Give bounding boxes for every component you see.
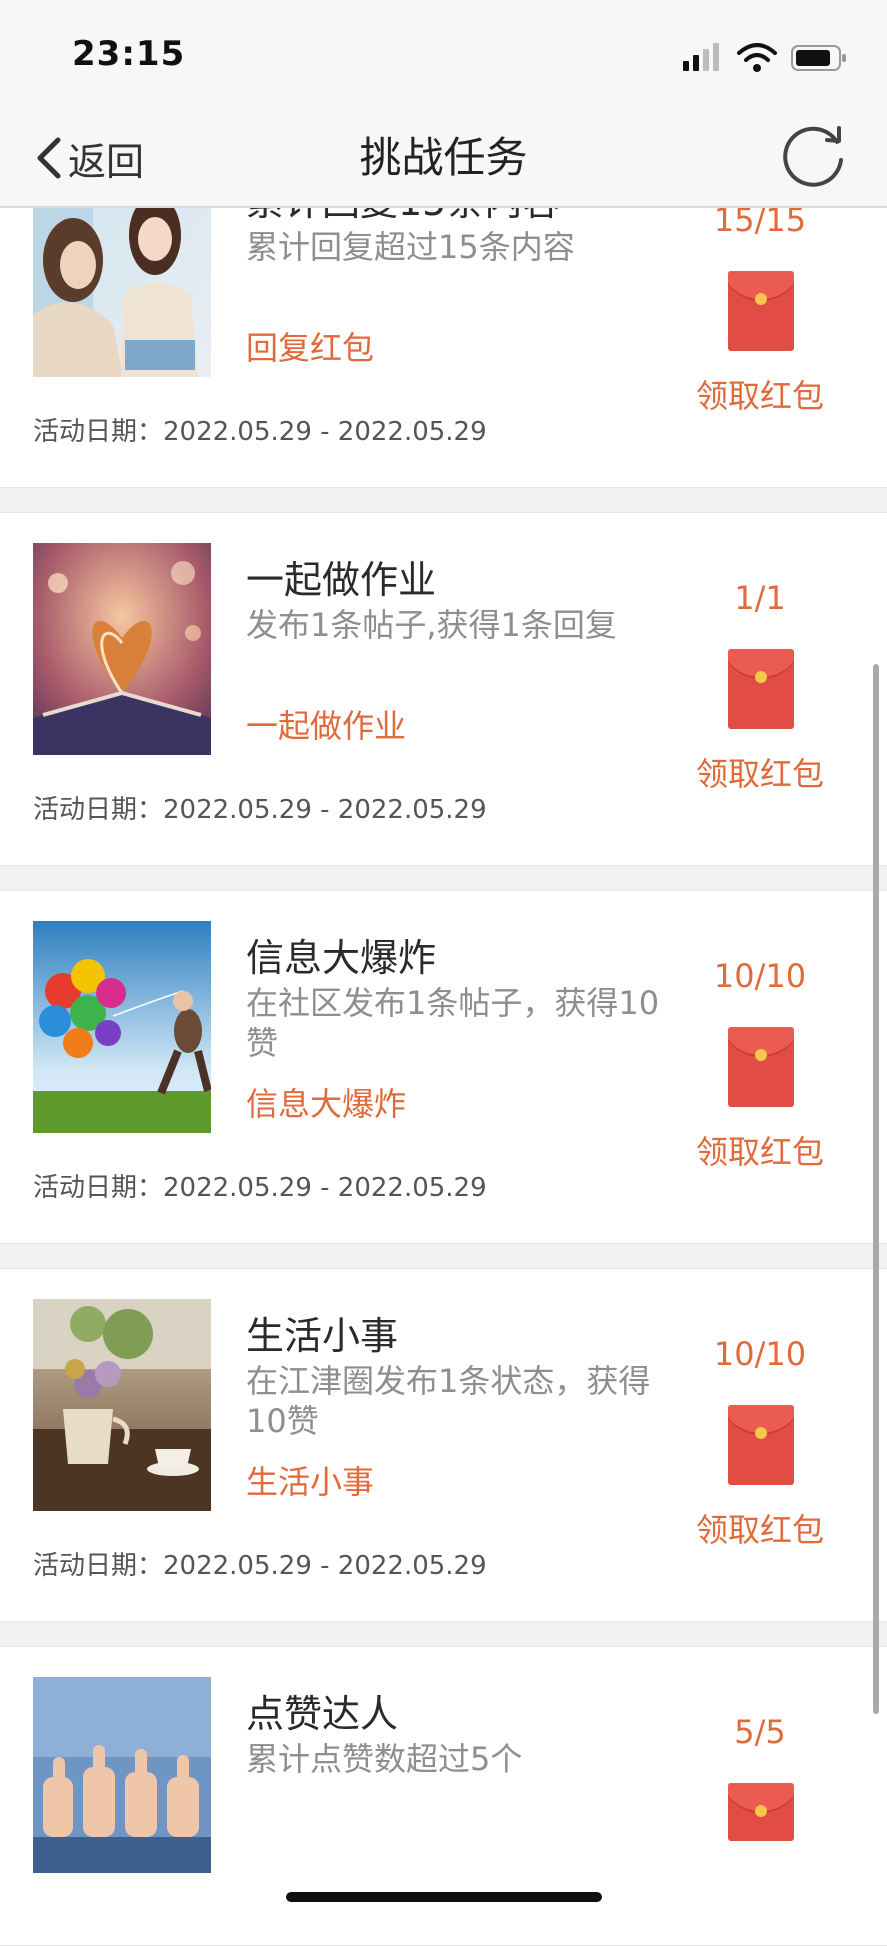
cellular-signal-icon xyxy=(683,43,719,71)
claim-red-envelope-button[interactable]: 领取红包 xyxy=(680,1127,840,1173)
status-icons xyxy=(683,40,847,76)
task-image-balloons xyxy=(33,921,211,1133)
battery-icon xyxy=(791,45,846,71)
red-envelope-icon[interactable] xyxy=(728,1027,794,1107)
task-title: 信息大爆炸 xyxy=(246,936,437,980)
task-card[interactable]: 生活小事 在江津圈发布1条状态，获得10赞 生活小事 活动日期：2022.05.… xyxy=(0,1268,887,1622)
task-title: 生活小事 xyxy=(246,1314,399,1358)
home-indicator[interactable] xyxy=(286,1892,602,1902)
wifi-icon xyxy=(737,43,777,72)
task-description: 在社区发布1条帖子，获得10赞 xyxy=(246,984,660,1062)
red-envelope-icon[interactable] xyxy=(728,1405,794,1485)
task-description: 累计点赞数超过5个 xyxy=(246,1740,523,1778)
status-time: 23:15 xyxy=(72,34,186,74)
task-title: 一起做作业 xyxy=(246,558,437,602)
task-progress: 5/5 xyxy=(734,1713,786,1751)
task-image-thumbs-up xyxy=(33,1677,211,1873)
refresh-button[interactable] xyxy=(779,120,851,192)
task-title: 点赞达人 xyxy=(246,1692,399,1736)
red-envelope-icon[interactable] xyxy=(728,271,794,351)
claim-red-envelope-button[interactable]: 领取红包 xyxy=(680,1505,840,1551)
task-description: 在江津圈发布1条状态，获得10赞 xyxy=(246,1362,651,1440)
task-tag: 一起做作业 xyxy=(246,707,407,745)
task-date: 活动日期：2022.05.29 - 2022.05.29 xyxy=(33,795,487,825)
task-date: 活动日期：2022.05.29 - 2022.05.29 xyxy=(33,1551,487,1581)
task-date: 活动日期：2022.05.29 - 2022.05.29 xyxy=(33,417,487,447)
task-progress: 1/1 xyxy=(734,579,786,617)
task-tag: 回复红包 xyxy=(246,329,375,367)
task-card[interactable]: 信息大爆炸 在社区发布1条帖子，获得10赞 信息大爆炸 活动日期：2022.05… xyxy=(0,890,887,1244)
task-tag: 信息大爆炸 xyxy=(246,1085,407,1123)
claim-red-envelope-button[interactable]: 领取红包 xyxy=(680,371,840,417)
task-description: 发布1条帖子,获得1条回复 xyxy=(246,606,617,644)
claim-red-envelope-button[interactable]: 领取红包 xyxy=(680,749,840,795)
top-bar: 23:15 返回 挑战任务 xyxy=(0,0,887,208)
task-description: 累计回复超过15条内容 xyxy=(246,228,575,266)
page-title: 挑战任务 xyxy=(359,133,528,182)
task-image-heart-book xyxy=(33,543,211,755)
task-date: 活动日期：2022.05.29 - 2022.05.29 xyxy=(33,1173,487,1203)
red-envelope-icon[interactable] xyxy=(728,649,794,729)
scrollbar[interactable] xyxy=(873,664,879,1714)
task-card[interactable]: 一起做作业 发布1条帖子,获得1条回复 一起做作业 活动日期：2022.05.2… xyxy=(0,512,887,866)
refresh-icon xyxy=(783,126,843,187)
task-progress: 10/10 xyxy=(713,957,807,995)
red-envelope-icon[interactable] xyxy=(728,1783,794,1841)
task-image-flower-teapot xyxy=(33,1299,211,1511)
task-progress: 10/10 xyxy=(713,1335,807,1373)
task-tag: 生活小事 xyxy=(246,1463,375,1501)
